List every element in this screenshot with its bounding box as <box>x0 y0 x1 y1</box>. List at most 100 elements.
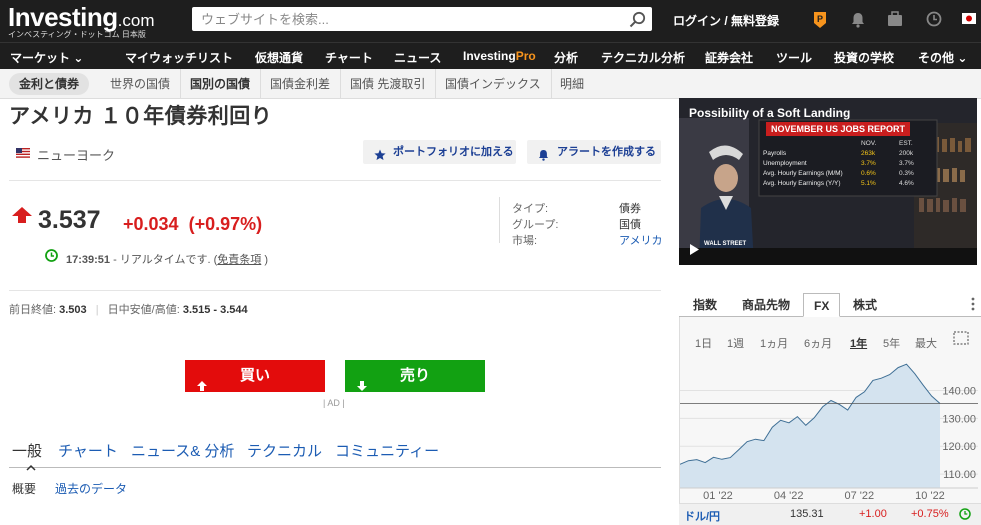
clock-icon[interactable] <box>926 11 942 30</box>
tab-news-analysis[interactable]: ニュース& 分析 <box>131 440 234 461</box>
nav-analysis[interactable]: 分析 <box>554 49 578 66</box>
change-percent: (+0.97%) <box>188 214 263 234</box>
video-banner: NOVEMBER US JOBS REPORT <box>766 122 911 136</box>
fx-pair-link[interactable]: ドル/円 <box>684 508 720 524</box>
subnav-govt-by-country[interactable]: 国別の国債 <box>180 69 262 99</box>
subnav-bond-indices[interactable]: 国債インデックス <box>435 69 552 99</box>
buy-arrow-icon <box>197 371 207 403</box>
create-alert-button[interactable]: アラートを作成する <box>527 140 661 164</box>
fullscreen-icon[interactable] <box>953 331 969 348</box>
subtab-overview[interactable]: 概要 <box>12 480 36 497</box>
tab-stocks[interactable]: 株式 <box>843 293 887 317</box>
video-table-row: Avg. Hourly Earnings (M/M) 0.6% 0.3% <box>763 170 933 180</box>
video-table-row: Avg. Hourly Earnings (Y/Y) 5.1% 4.6% <box>763 180 933 190</box>
x-tick-label: 07 '22 <box>845 490 875 502</box>
login-register-link[interactable]: ログイン / 無料登録 <box>673 12 779 29</box>
video-row-v2: 0.3% <box>899 170 914 177</box>
realtime-close: ) <box>261 254 269 266</box>
tab-community[interactable]: コミュニティー <box>335 440 439 461</box>
bell-icon[interactable] <box>851 12 865 31</box>
y-tick-label: 140.00 <box>942 385 976 397</box>
subtab-historical[interactable]: 過去のデータ <box>55 480 127 497</box>
price-change: +0.034 (+0.97%) <box>123 214 262 235</box>
nav-more[interactable]: その他 ⌄ <box>918 49 967 66</box>
ad-label: | AD | <box>323 398 345 408</box>
period-max[interactable]: 最大 <box>915 335 937 351</box>
type-label: タイプ: <box>512 203 549 215</box>
subnav-bond-spreads[interactable]: 国債金利差 <box>260 69 342 99</box>
play-icon[interactable] <box>690 244 699 258</box>
svg-text:P: P <box>817 14 823 24</box>
period-1m[interactable]: 1ヵ月 <box>760 335 788 351</box>
nav-technical[interactable]: テクニカル分析 <box>601 49 685 66</box>
nav-brokers[interactable]: 証券会社 <box>705 49 753 66</box>
tab-fx[interactable]: FX <box>803 293 841 317</box>
nav-news[interactable]: ニュース <box>394 49 441 66</box>
previous-close-row: 前日終値: 3.503 | 日中安値/高値: 3.515 - 3.544 <box>9 301 248 317</box>
fx-quote-row[interactable]: ドル/円 135.31 +1.00 +0.75% <box>679 503 981 525</box>
star-icon <box>374 146 386 170</box>
nav-charts[interactable]: チャート <box>325 49 373 66</box>
search-icon[interactable] <box>629 11 646 31</box>
sell-button[interactable]: 売り <box>345 360 485 392</box>
period-1w[interactable]: 1週 <box>727 335 744 351</box>
pro-label: Investing <box>463 49 516 63</box>
video-row-v2: 3.7% <box>899 160 914 167</box>
y-tick-label: 110.00 <box>943 469 976 481</box>
prev-close-value: 3.503 <box>59 304 87 316</box>
japan-flag-icon[interactable] <box>962 13 976 27</box>
video-table-row: Payrolls 263k 200k <box>763 150 933 160</box>
nav-investing-pro[interactable]: InvestingPro <box>463 49 536 63</box>
subnav-rates-bonds[interactable]: 金利と債券 <box>9 73 90 95</box>
search-input[interactable] <box>192 7 612 31</box>
x-tick-label: 10 '22 <box>915 490 945 502</box>
video-row-label: Payrolls <box>763 150 787 157</box>
top-bar: Investing.com インベスティング・ドットコム 日本版 ログイン / … <box>0 0 981 42</box>
last-price: 3.537 <box>38 206 101 234</box>
sell-label: 売り <box>399 367 430 384</box>
subnav-details[interactable]: 明細 <box>550 69 594 99</box>
fx-chart[interactable]: 110.00 120.00 130.00 140.00 01 '22 04 '22 07 … <box>680 355 978 503</box>
video-table-row: Unemployment 3.7% 3.7% <box>763 160 933 170</box>
period-1y[interactable]: 1年 <box>850 335 867 351</box>
video-col1: NOV. <box>861 140 877 147</box>
market-tabs: 指数 商品先物 FX 株式 <box>679 293 981 317</box>
y-tick-label: 130.00 <box>942 413 976 425</box>
market-value-link[interactable]: アメリカ <box>619 232 662 248</box>
subnav-world-govt-bonds[interactable]: 世界の国債 <box>100 69 182 99</box>
nav-crypto[interactable]: 仮想通貨 <box>255 49 303 66</box>
group-value: 国債 <box>619 219 641 231</box>
tab-chart[interactable]: チャート <box>58 440 118 461</box>
period-1d[interactable]: 1日 <box>695 335 712 351</box>
chart-y-ticks: 110.00 120.00 130.00 140.00 <box>942 385 976 481</box>
tab-commodities[interactable]: 商品先物 <box>732 293 800 317</box>
tab-general[interactable]: 一般 <box>12 440 42 461</box>
sell-arrow-icon <box>357 371 367 403</box>
nav-tools[interactable]: ツール <box>776 49 812 66</box>
add-portfolio-button[interactable]: ポートフォリオに加える <box>363 140 516 164</box>
more-options-icon[interactable] <box>971 297 975 314</box>
video-source-logo: WALL STREET <box>704 241 747 247</box>
nav-education[interactable]: 投資の学校 <box>834 49 894 66</box>
video-row-v1: 0.6% <box>861 170 876 177</box>
pro-accent: Pro <box>515 49 536 63</box>
briefcase-icon[interactable] <box>887 11 903 30</box>
period-6m[interactable]: 6ヵ月 <box>804 335 832 351</box>
prev-separator: | <box>95 304 99 316</box>
pro-icon[interactable]: P <box>812 11 828 32</box>
video-player[interactable]: Possibility of a Soft Landing NOVEMBER U… <box>679 98 977 265</box>
tab-technical[interactable]: テクニカル <box>247 440 322 461</box>
period-5y[interactable]: 5年 <box>883 335 900 351</box>
buy-button[interactable]: 買い <box>185 360 325 392</box>
disclaimer-link[interactable]: 免責条項 <box>217 254 261 266</box>
main-nav: マーケット ⌄ マイウォッチリスト 仮想通貨 チャート ニュース Investi… <box>0 42 981 69</box>
video-row-v1: 263k <box>861 150 876 157</box>
video-title: Possibility of a Soft Landing <box>689 106 851 120</box>
video-row-label: Avg. Hourly Earnings (Y/Y) <box>763 180 841 187</box>
subnav-bond-futures[interactable]: 国債 先渡取引 <box>340 69 437 99</box>
investing-logo[interactable]: Investing.com インベスティング・ドットコム 日本版 <box>8 2 154 39</box>
day-range-value: 3.515 - 3.544 <box>182 304 248 316</box>
nav-markets[interactable]: マーケット ⌄ <box>10 49 83 66</box>
nav-watchlist[interactable]: マイウォッチリスト <box>125 49 233 66</box>
tab-indices[interactable]: 指数 <box>683 293 727 317</box>
